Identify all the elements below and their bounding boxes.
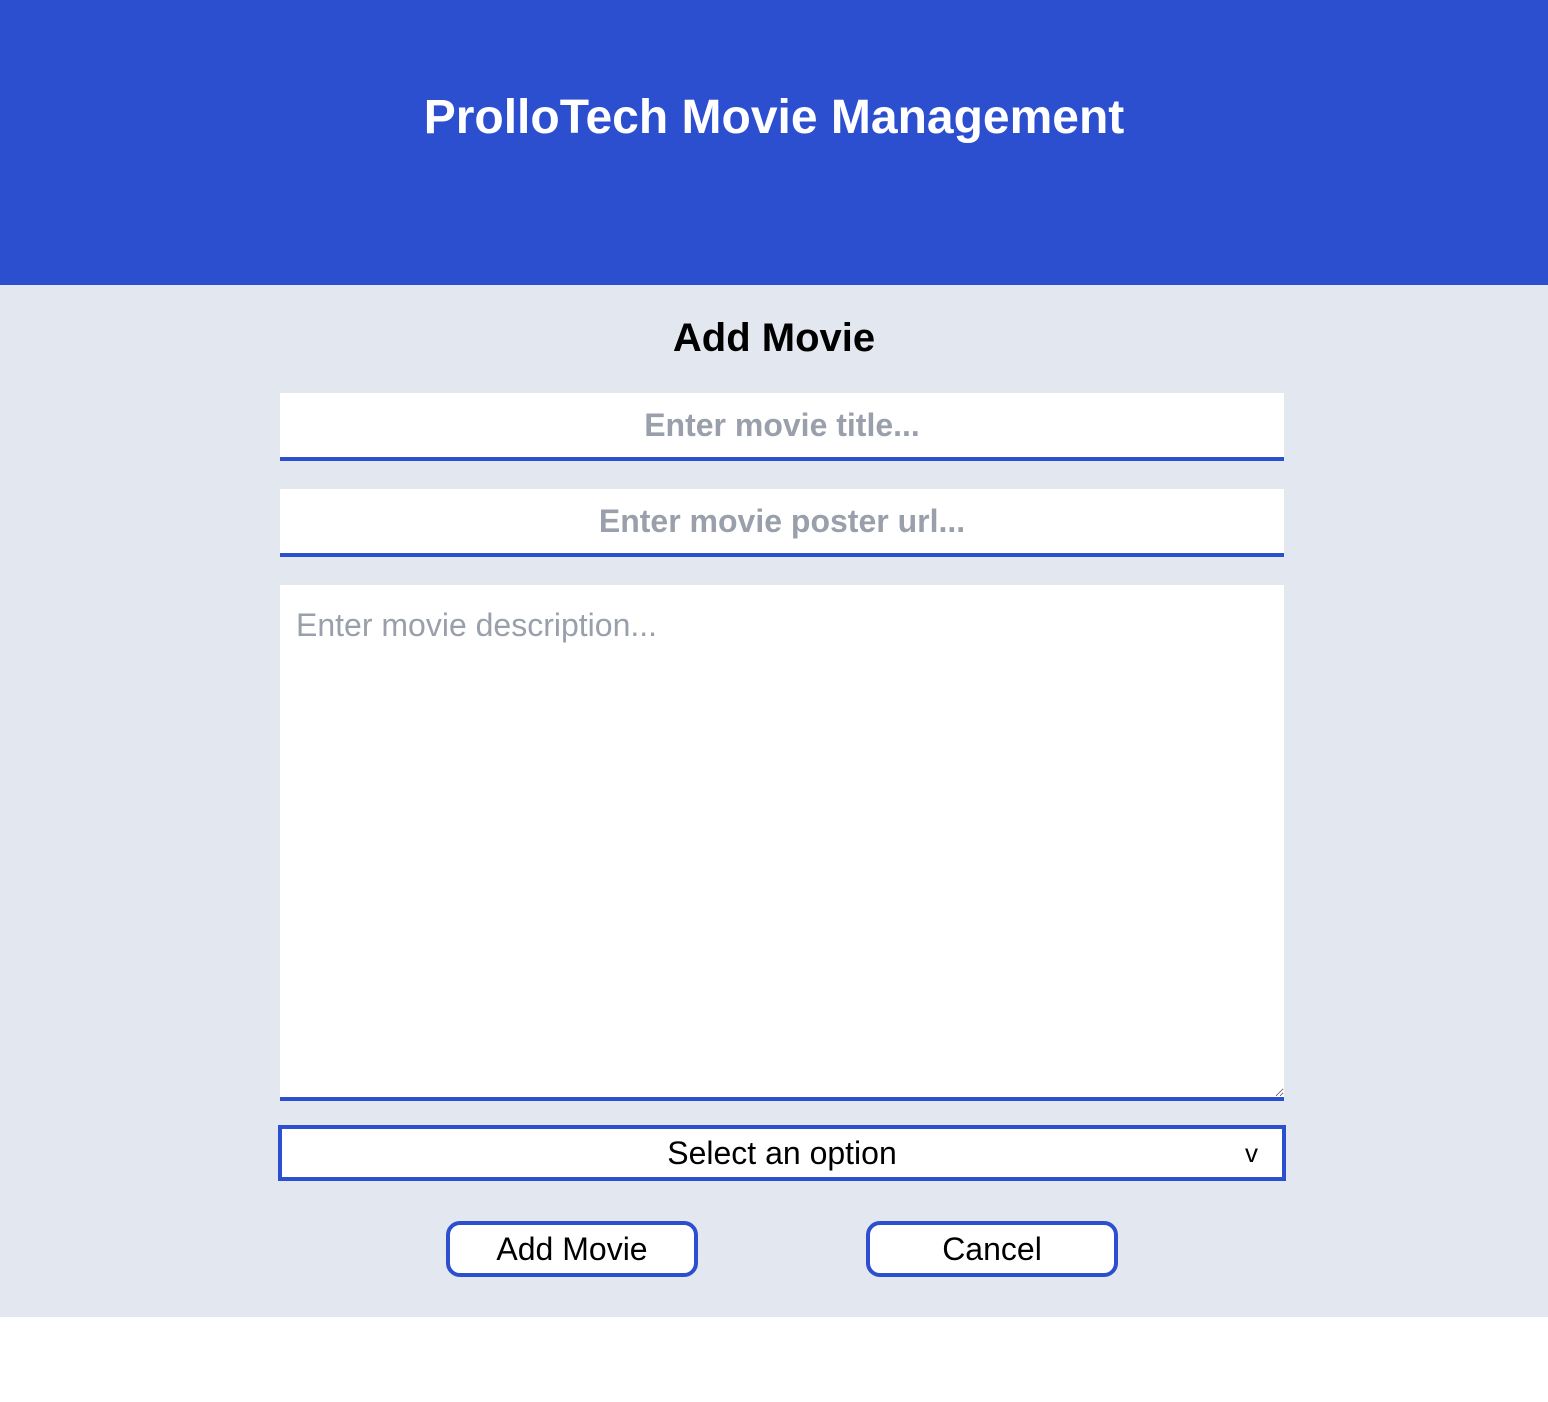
add-movie-button[interactable]: Add Movie bbox=[446, 1221, 698, 1277]
app-header: ProlloTech Movie Management bbox=[0, 0, 1548, 285]
cancel-button[interactable]: Cancel bbox=[866, 1221, 1118, 1277]
chevron-down-icon: v bbox=[1245, 1138, 1258, 1168]
category-select[interactable]: Select an option v bbox=[278, 1125, 1286, 1181]
form-heading: Add Movie bbox=[672, 316, 876, 360]
movie-description-textarea[interactable] bbox=[280, 585, 1284, 1101]
add-movie-form: Add Movie Select an option v Add Movie C… bbox=[0, 285, 1548, 1317]
select-value: Select an option bbox=[667, 1134, 897, 1171]
poster-url-input[interactable] bbox=[280, 489, 1284, 557]
app-title: ProlloTech Movie Management bbox=[423, 91, 1125, 144]
movie-title-input[interactable] bbox=[280, 393, 1284, 461]
